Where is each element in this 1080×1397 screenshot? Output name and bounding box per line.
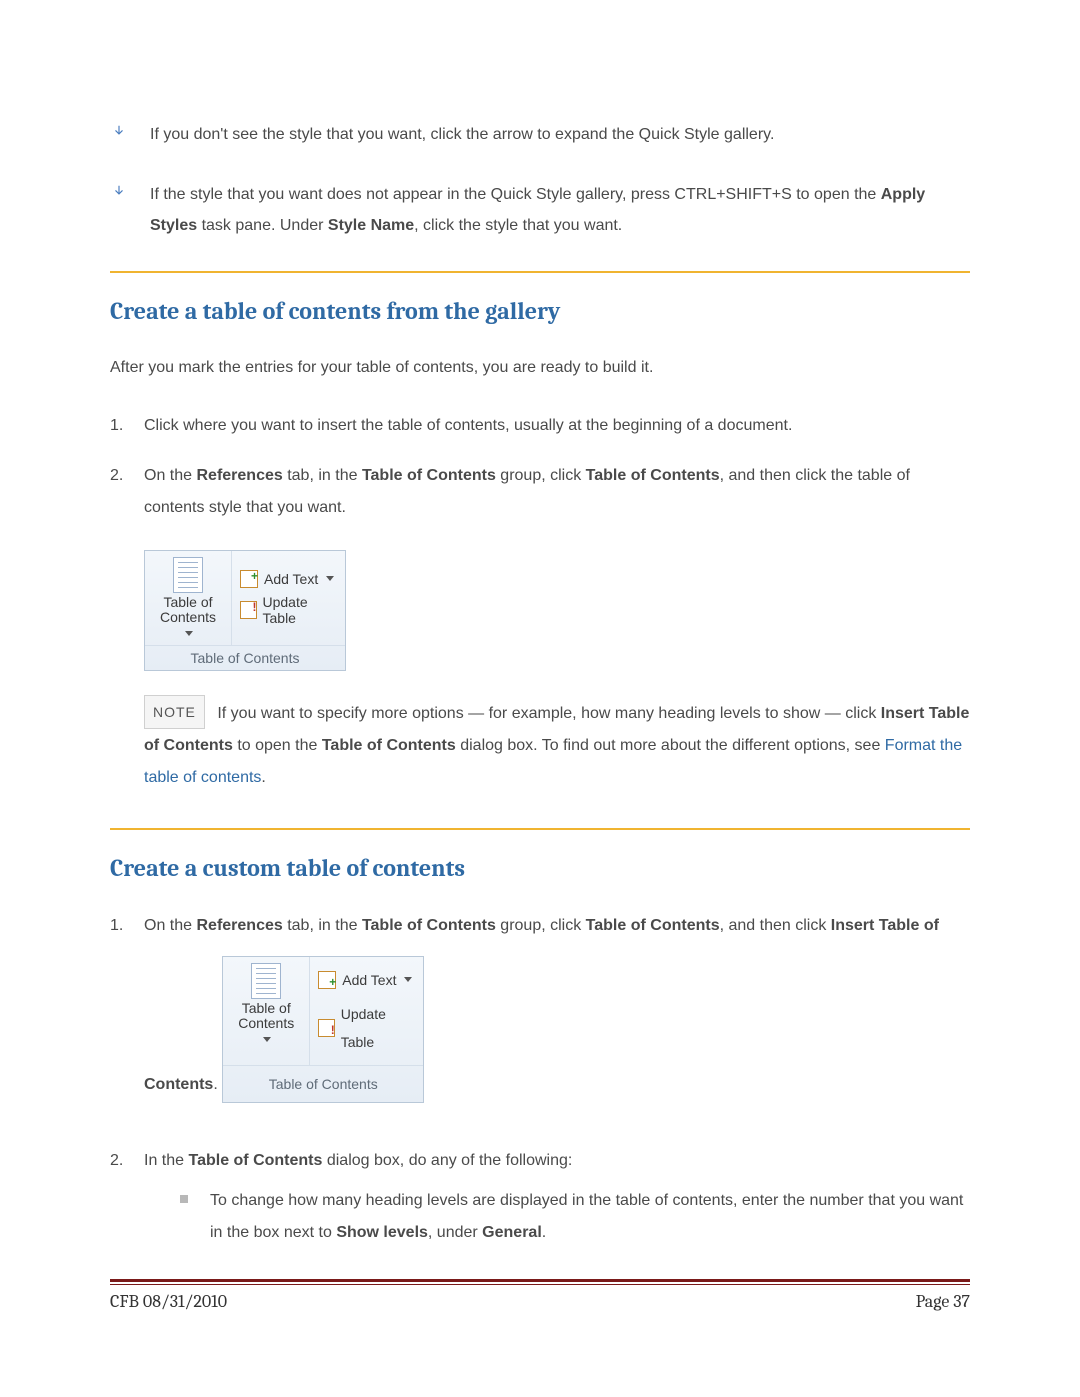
- note-paragraph: NOTE If you want to specify more options…: [144, 695, 970, 794]
- page-footer: CFB 08/31/2010 Page 37: [110, 1291, 970, 1312]
- text-run: To change how many heading levels are di…: [210, 1192, 963, 1241]
- toc-icon: [251, 963, 281, 999]
- tip-text: If you don't see the style that you want…: [150, 126, 774, 143]
- chevron-down-icon: [326, 576, 334, 581]
- step-item: On the References tab, in the Table of C…: [110, 910, 970, 1127]
- text-bold: Table of Contents: [586, 467, 720, 484]
- text-bold: Table of Contents: [322, 737, 456, 754]
- note-badge: NOTE: [144, 695, 205, 729]
- update-table-button[interactable]: Update Table: [316, 997, 417, 1059]
- text-run: tab, in the: [283, 467, 362, 484]
- text-bold: Table of Contents: [586, 917, 720, 934]
- text-run: .: [261, 769, 265, 786]
- text-run: to open the: [233, 737, 322, 754]
- tip-list: If you don't see the style that you want…: [110, 120, 970, 241]
- add-text-label: Add Text: [264, 571, 318, 587]
- add-text-icon: [240, 570, 258, 588]
- text-run: .: [542, 1224, 546, 1241]
- step-item: In the Table of Contents dialog box, do …: [110, 1145, 970, 1249]
- toc-dropdown-button[interactable]: Table of Contents: [145, 551, 232, 645]
- step-item: On the References tab, in the Table of C…: [110, 460, 970, 524]
- text-run: .: [213, 1076, 217, 1093]
- text-bold: Show levels: [336, 1224, 428, 1241]
- sub-bullet-item: To change how many heading levels are di…: [180, 1185, 970, 1249]
- sub-bullet-list: To change how many heading levels are di…: [144, 1185, 970, 1249]
- text-run: On the: [144, 917, 196, 934]
- ribbon-group-label: Table of Contents: [145, 645, 345, 670]
- ribbon-toc-group: Table of Contents Add Text Update Table …: [144, 550, 346, 671]
- update-table-label: Update Table: [341, 1000, 416, 1056]
- tip-text: If the style that you want does not appe…: [150, 186, 925, 233]
- text-bold: Table of Contents: [362, 917, 496, 934]
- text-run: tab, in the: [283, 917, 362, 934]
- tip-item: If the style that you want does not appe…: [110, 180, 970, 241]
- text-bold: Style Name: [328, 217, 414, 234]
- text-run: , and then click: [720, 917, 831, 934]
- add-text-button[interactable]: Add Text: [238, 567, 339, 591]
- toc-button-label: Table of Contents: [149, 595, 227, 626]
- text-run: group, click: [496, 917, 586, 934]
- chevron-down-icon: [263, 1037, 271, 1042]
- ribbon-group-label: Table of Contents: [223, 1065, 423, 1102]
- section-heading: Create a table of contents from the gall…: [110, 297, 970, 325]
- ribbon-toc-group: Table of Contents Add Text Update Table: [222, 956, 424, 1103]
- add-text-button[interactable]: Add Text: [316, 963, 417, 997]
- step-text: Click where you want to insert the table…: [144, 417, 792, 434]
- update-table-icon: [318, 1019, 335, 1037]
- down-arrow-icon: [112, 124, 126, 138]
- update-table-icon: [240, 601, 257, 619]
- text-run: dialog box, do any of the following:: [322, 1152, 572, 1169]
- footer-rule: [110, 1279, 970, 1285]
- step-text: In the Table of Contents dialog box, do …: [144, 1152, 572, 1169]
- chevron-down-icon: [404, 977, 412, 982]
- footer-left: CFB 08/31/2010: [110, 1291, 227, 1312]
- toc-button-label: Table of Contents: [227, 1001, 305, 1032]
- section-heading: Create a custom table of contents: [110, 854, 970, 882]
- down-arrow-icon: [112, 184, 126, 198]
- text-run: dialog box. To find out more about the d…: [456, 737, 885, 754]
- section-divider: [110, 828, 970, 830]
- add-text-label: Add Text: [342, 966, 396, 994]
- text-run: group, click: [496, 467, 586, 484]
- text-bold: Table of Contents: [362, 467, 496, 484]
- section-divider: [110, 271, 970, 273]
- footer-right: Page 37: [916, 1291, 970, 1312]
- text-run: On the: [144, 467, 196, 484]
- update-table-button[interactable]: Update Table: [238, 591, 339, 629]
- toc-icon: [173, 557, 203, 593]
- step-text: On the References tab, in the Table of C…: [144, 467, 910, 516]
- text-run: task pane. Under: [197, 217, 328, 234]
- text-bold: References: [196, 917, 282, 934]
- text-run: , click the style that you want.: [414, 217, 622, 234]
- tip-item: If you don't see the style that you want…: [110, 120, 970, 150]
- steps-list: On the References tab, in the Table of C…: [110, 910, 970, 1249]
- text-run: If you want to specify more options — fo…: [217, 705, 880, 722]
- text-run: In the: [144, 1152, 188, 1169]
- update-table-label: Update Table: [263, 594, 338, 626]
- text-run: , under: [428, 1224, 482, 1241]
- text-bold: General: [482, 1224, 542, 1241]
- intro-paragraph: After you mark the entries for your tabl…: [110, 353, 970, 383]
- add-text-icon: [318, 971, 336, 989]
- text-run: If the style that you want does not appe…: [150, 186, 881, 203]
- steps-list: Click where you want to insert the table…: [110, 410, 970, 524]
- chevron-down-icon: [185, 631, 193, 636]
- text-bold: References: [196, 467, 282, 484]
- step-item: Click where you want to insert the table…: [110, 410, 970, 442]
- text-bold: Table of Contents: [188, 1152, 322, 1169]
- toc-dropdown-button[interactable]: Table of Contents: [223, 957, 310, 1065]
